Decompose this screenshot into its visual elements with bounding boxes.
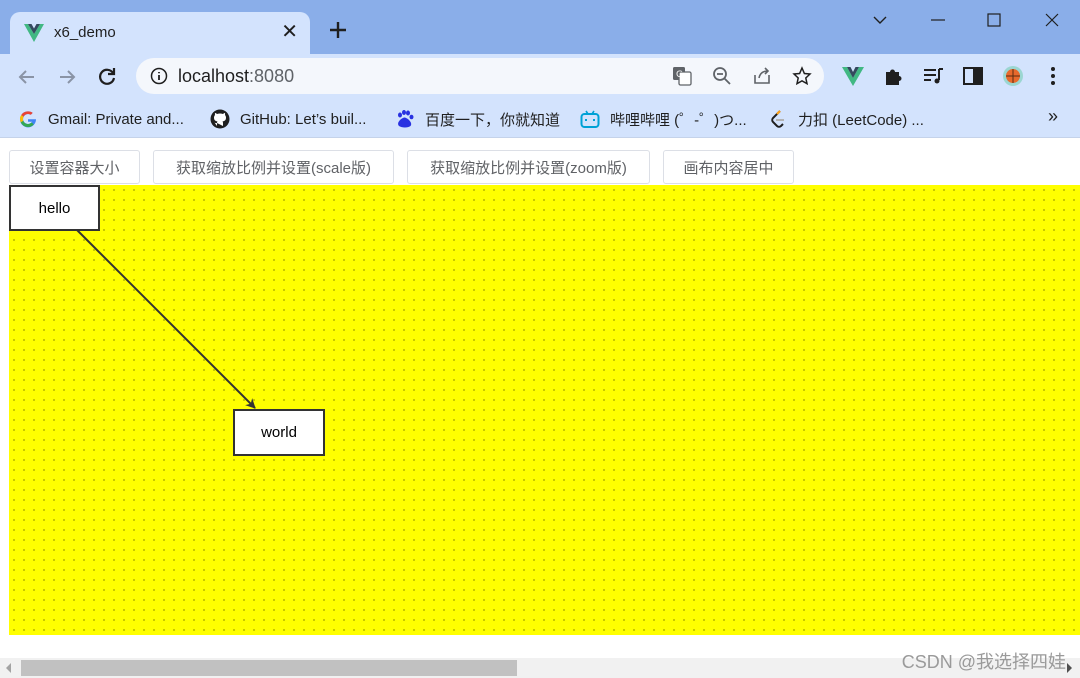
close-window-icon[interactable] [1040,8,1064,32]
site-info-icon[interactable] [150,67,168,85]
profile-avatar-icon[interactable] [1002,65,1024,87]
bookmark-leetcode[interactable]: 力扣 (LeetCode) ... [768,108,924,130]
tab-x6-demo[interactable]: x6_demo ✕ [10,12,310,54]
address-url[interactable]: localhost:8080 [178,66,294,87]
bookmark-star-icon[interactable] [792,66,812,86]
address-host: localhost [178,66,250,86]
forward-arrow-icon[interactable] [54,64,80,90]
side-panel-icon[interactable] [962,65,984,87]
bookmark-label: 力扣 (LeetCode) ... [798,111,924,129]
bookmark-github[interactable]: GitHub: Let’s buil... [210,108,366,130]
graph-canvas[interactable] [9,185,1080,635]
google-icon [20,111,37,128]
scale-fit-button[interactable]: 获取缩放比例并设置(scale版) [153,150,394,184]
address-bar[interactable]: localhost:8080 G [136,58,824,94]
browser-toolbar: localhost:8080 G [0,54,1080,100]
media-queue-icon[interactable] [922,65,944,87]
scrollbar-thumb[interactable] [21,660,517,676]
csdn-watermark: CSDN @我选择四娃 [901,652,1066,672]
svg-text:G: G [676,70,683,80]
tab-title: x6_demo [54,24,116,41]
back-arrow-icon[interactable] [14,64,40,90]
bookmark-gmail[interactable]: Gmail: Private and... [18,108,184,130]
center-content-button[interactable]: 画布内容居中 [663,150,794,184]
tab-close-icon[interactable]: ✕ [281,21,298,43]
bookmarks-overflow-icon[interactable]: » [1048,106,1058,127]
translate-icon[interactable]: G [672,66,692,86]
bilibili-icon [580,110,600,128]
reload-icon[interactable] [94,64,120,90]
vue-devtools-icon[interactable] [842,65,864,87]
more-menu-icon[interactable] [1042,65,1064,87]
bookmark-label: Gmail: Private and... [48,110,184,128]
scroll-left-arrow-icon[interactable] [6,663,11,673]
browser-titlebar: x6_demo ✕ [0,0,1080,54]
zoom-out-icon[interactable] [712,66,732,86]
bookmarks-bar: Gmail: Private and... GitHub: Let’s buil… [0,100,1080,138]
baidu-icon [398,110,414,128]
github-icon [210,109,230,129]
bookmark-label: 百度一下，你就知道 [425,111,561,129]
bookmark-bilibili[interactable]: 哔哩哔哩 (゜-゜)つ... [580,108,747,130]
share-icon[interactable] [752,66,772,86]
bookmark-label: 哔哩哔哩 (゜-゜)つ... [610,111,747,129]
node-world[interactable]: world [233,409,325,456]
set-container-size-button[interactable]: 设置容器大小 [9,150,140,184]
node-hello[interactable]: hello [9,185,100,231]
minimize-icon[interactable] [926,8,950,32]
tab-search-chevron-icon[interactable] [868,8,892,32]
bookmark-baidu[interactable]: 百度一下，你就知道 [395,108,560,130]
leetcode-icon [771,110,784,128]
vue-logo-icon [24,24,44,42]
scroll-right-arrow-icon[interactable] [1067,663,1072,673]
bookmark-label: GitHub: Let’s buil... [240,110,367,128]
extensions-puzzle-icon[interactable] [882,65,904,87]
maximize-icon[interactable] [982,8,1006,32]
zoom-fit-button[interactable]: 获取缩放比例并设置(zoom版) [407,150,650,184]
address-port: :8080 [249,66,295,86]
new-tab-icon[interactable] [326,18,350,42]
